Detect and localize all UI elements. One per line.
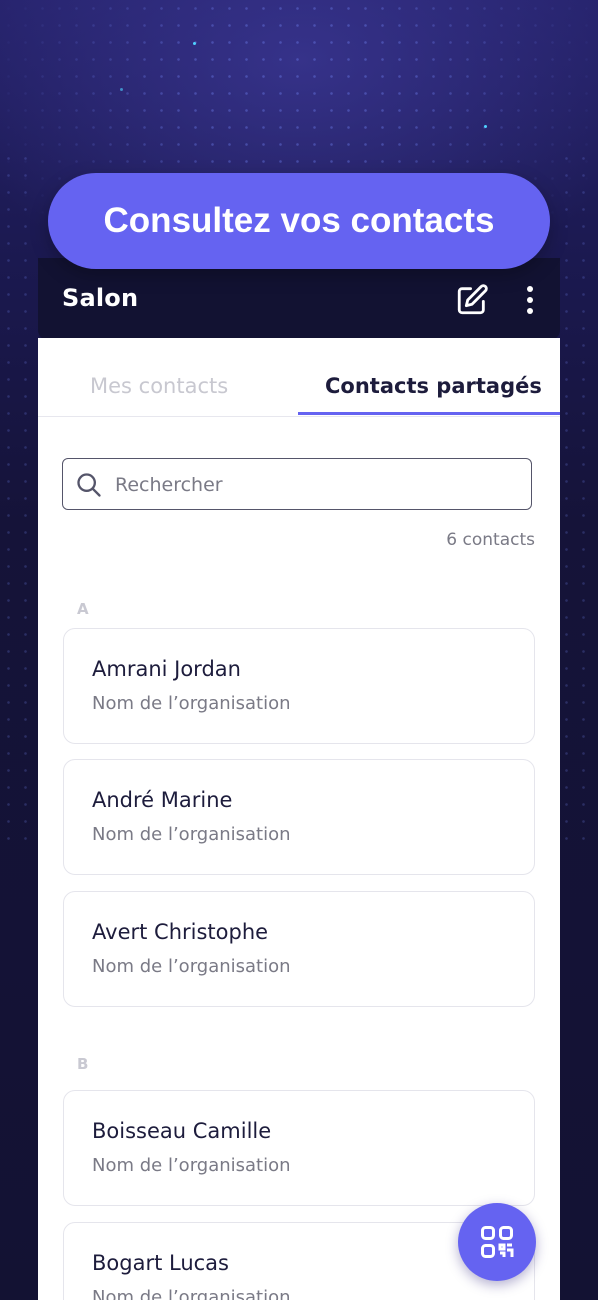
more-vertical-icon [527, 286, 533, 314]
active-tab-indicator [298, 412, 560, 415]
contact-card[interactable]: Boisseau Camille Nom de l’organisation [63, 1090, 535, 1206]
contact-organization: Nom de l’organisation [92, 1155, 291, 1176]
promo-banner: Consultez vos contacts [48, 173, 550, 269]
background-spark [120, 88, 123, 91]
search-icon [77, 473, 101, 497]
search-input[interactable] [113, 467, 517, 503]
contacts-panel: Mes contacts Contacts partagés 6 contact… [38, 338, 560, 1300]
tab-my-contacts[interactable]: Mes contacts [90, 374, 228, 398]
section-letter-b: B [77, 1055, 89, 1073]
contact-name: Avert Christophe [92, 920, 269, 944]
contact-card[interactable]: Amrani Jordan Nom de l’organisation [63, 628, 535, 744]
contact-organization: Nom de l’organisation [92, 1287, 291, 1300]
contact-organization: Nom de l’organisation [92, 693, 291, 714]
background-spark [484, 125, 487, 128]
contact-card[interactable]: Avert Christophe Nom de l’organisation [63, 891, 535, 1007]
background-dot-pattern-left [0, 150, 40, 850]
qr-code-icon [481, 1226, 514, 1258]
edit-button[interactable] [452, 280, 492, 320]
contact-name: Amrani Jordan [92, 657, 241, 681]
scan-qr-button[interactable] [458, 1203, 536, 1281]
section-letter-a: A [77, 600, 89, 618]
background-spark [193, 42, 196, 45]
contact-count: 6 contacts [446, 530, 535, 550]
contact-name: Bogart Lucas [92, 1251, 229, 1275]
more-options-button[interactable] [510, 280, 550, 320]
contact-organization: Nom de l’organisation [92, 824, 291, 845]
contact-name: André Marine [92, 788, 233, 812]
search-box [62, 458, 532, 510]
header-title: Salon [62, 284, 139, 312]
tab-bar: Mes contacts Contacts partagés [38, 338, 560, 417]
tab-shared-contacts[interactable]: Contacts partagés [325, 374, 542, 398]
edit-icon [457, 284, 488, 315]
contact-organization: Nom de l’organisation [92, 956, 291, 977]
header-bar: Salon [38, 258, 560, 340]
background-dot-pattern-right [558, 150, 598, 850]
contact-card[interactable]: André Marine Nom de l’organisation [63, 759, 535, 875]
contact-name: Boisseau Camille [92, 1119, 272, 1143]
